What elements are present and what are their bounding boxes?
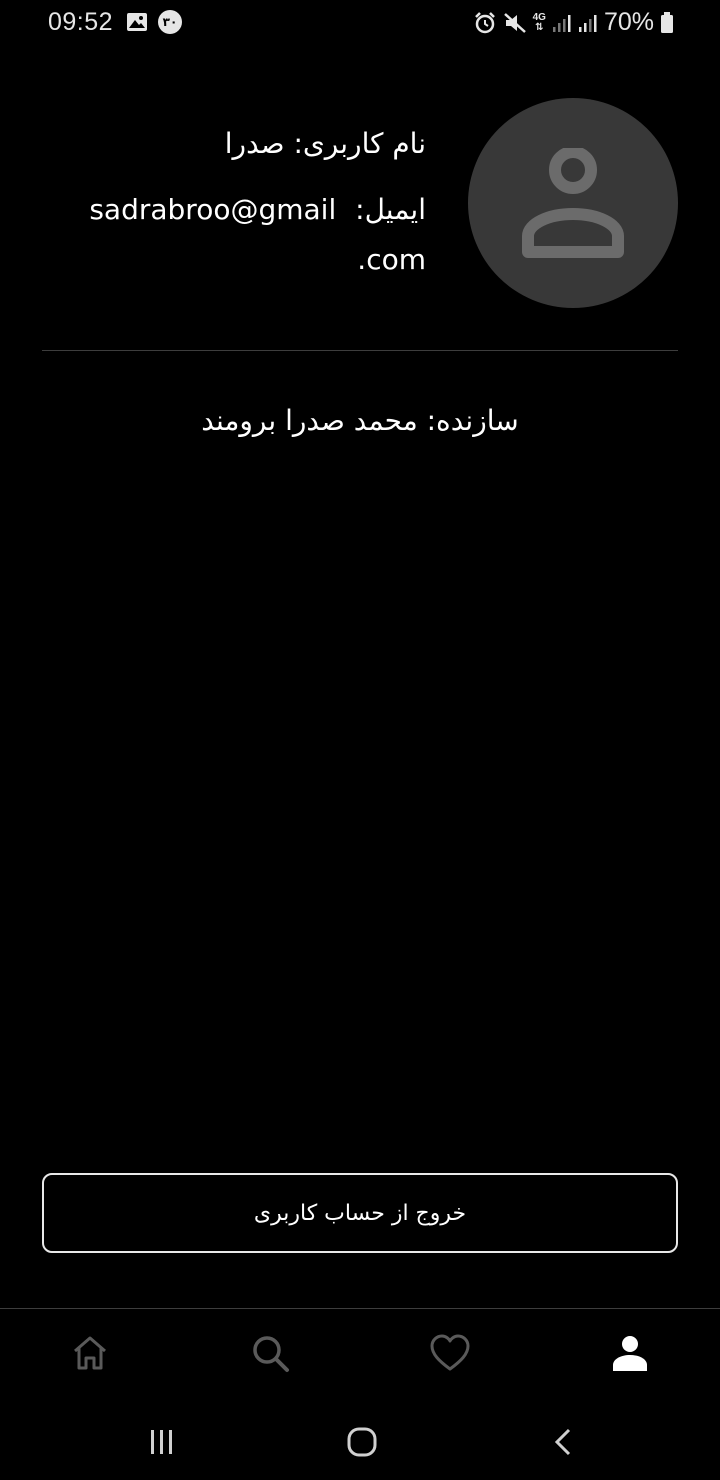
home-icon <box>70 1333 110 1373</box>
email-address-part2: .com <box>357 243 426 276</box>
home-circle-icon <box>345 1425 379 1459</box>
email-value: sadrabroo@gmail ایمیل: .com <box>66 185 426 285</box>
divider <box>42 350 678 351</box>
logout-button[interactable]: خروج از حساب کاربری <box>42 1173 678 1253</box>
heart-icon <box>429 1333 471 1373</box>
home-system-button[interactable] <box>342 1422 382 1462</box>
recent-apps-icon <box>147 1427 177 1457</box>
signal-icon <box>578 13 598 33</box>
status-notification-icons: ۳۰ <box>126 10 182 34</box>
battery-icon <box>660 11 674 34</box>
mute-icon <box>503 11 527 35</box>
gallery-icon <box>126 11 148 33</box>
search-icon <box>250 1333 290 1373</box>
nav-favorites[interactable] <box>428 1331 472 1375</box>
profile-avatar <box>468 98 678 308</box>
username-text: نام کاربری: صدرا <box>224 127 426 160</box>
logout-button-label: خروج از حساب کاربری <box>253 1200 467 1226</box>
network-label: 4G <box>532 11 546 23</box>
user-info: نام کاربری: صدرا sadrabroo@gmail ایمیل: … <box>66 118 426 285</box>
nav-profile[interactable] <box>608 1331 652 1375</box>
back-icon <box>549 1427 579 1457</box>
email-address-part1: sadrabroo@gmail <box>89 193 337 226</box>
nav-home[interactable] <box>68 1331 112 1375</box>
user-avatar-icon <box>518 148 628 258</box>
profile-icon <box>610 1333 650 1373</box>
email-block: sadrabroo@gmail ایمیل: .com <box>66 185 426 285</box>
status-bar: 09:52 ۳۰ 4G ⇅ 70% <box>0 0 720 46</box>
alarm-icon <box>473 11 497 35</box>
back-button[interactable] <box>544 1422 584 1462</box>
badge-icon: ۳۰ <box>158 10 182 34</box>
bottom-navigation <box>0 1308 720 1401</box>
recent-apps-button[interactable] <box>142 1422 182 1462</box>
status-time: 09:52 <box>48 8 114 36</box>
system-navigation-bar <box>0 1400 720 1480</box>
badge-text: ۳۰ <box>162 15 178 29</box>
creator-text: سازنده: محمد صدرا برومند <box>201 404 519 437</box>
status-system-icons: 4G ⇅ 70% <box>473 8 674 37</box>
nav-search[interactable] <box>248 1331 292 1375</box>
network-4g-icon: 4G ⇅ <box>532 11 546 33</box>
email-label: ایمیل: <box>355 193 426 226</box>
battery-percent: 70% <box>603 8 654 36</box>
signal-icon <box>552 13 572 33</box>
